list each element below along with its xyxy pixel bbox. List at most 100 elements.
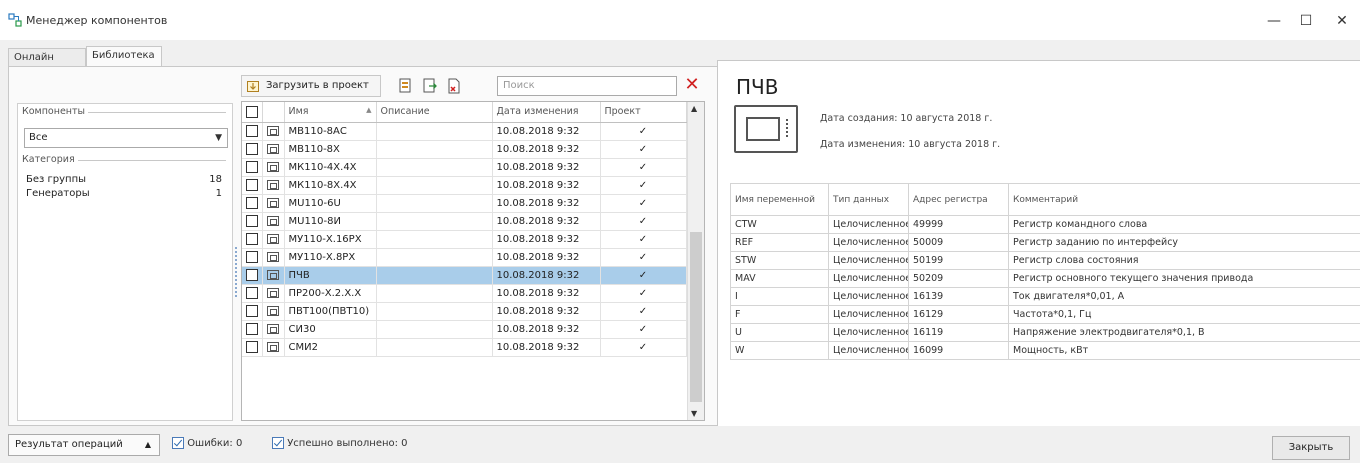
in-project-check-icon: ✓ <box>600 320 687 339</box>
variable-comment: Регистр слова состояния <box>1008 251 1360 270</box>
components-select[interactable]: Все ▼ <box>24 128 228 148</box>
component-name: ПВТ100(ПВТ10) <box>284 302 377 321</box>
in-project-check-icon: ✓ <box>600 140 687 159</box>
table-row[interactable]: ПВТ100(ПВТ10) 10.08.2018 9:32 ✓ <box>242 302 687 321</box>
column-header-date[interactable]: Дата изменения <box>492 102 601 123</box>
row-checkbox[interactable] <box>242 212 263 231</box>
in-project-check-icon: ✓ <box>600 212 687 231</box>
delete-file-icon[interactable] <box>445 77 463 95</box>
variable-address: 16139 <box>908 287 1009 306</box>
components-table: Имя ▲ Описание Дата изменения Проект МВ11… <box>242 102 687 357</box>
errors-toggle[interactable]: Ошибки: 0 <box>172 437 242 449</box>
column-header-comment[interactable]: Комментарий <box>1008 183 1360 216</box>
clear-search-button[interactable]: ✕ <box>681 75 703 97</box>
variable-row[interactable]: F Целочисленное 16129 Частота*0,1, Гц <box>730 305 1360 324</box>
column-header-name[interactable]: Имя ▲ <box>284 102 377 123</box>
column-header-data-type[interactable]: Тип данных <box>828 183 909 216</box>
close-button[interactable]: Закрыть <box>1272 436 1350 460</box>
variable-row[interactable]: MAV Целочисленное 50209 Регистр основного т… <box>730 269 1360 288</box>
caret-up-icon: ▲ <box>144 440 151 449</box>
variables-table-body: CTW Целочисленное 49999 Регистр командного … <box>730 215 1360 360</box>
variable-name: I <box>730 287 829 306</box>
scrollbar-thumb[interactable] <box>690 232 702 402</box>
table-row[interactable]: СМИ2 10.08.2018 9:32 ✓ <box>242 338 687 357</box>
component-name: МУ110-Х.8РХ <box>284 248 377 267</box>
variable-name: W <box>730 341 829 360</box>
in-project-check-icon: ✓ <box>600 302 687 321</box>
component-name: ПЧВ <box>284 266 377 285</box>
variable-name: REF <box>730 233 829 252</box>
splitter-handle[interactable] <box>235 247 237 297</box>
row-checkbox[interactable] <box>242 338 263 357</box>
row-checkbox[interactable] <box>242 230 263 249</box>
table-row[interactable]: МВ110-8Х 10.08.2018 9:32 ✓ <box>242 140 687 159</box>
table-row[interactable]: ПР200-Х.2.Х.Х 10.08.2018 9:32 ✓ <box>242 284 687 303</box>
table-row[interactable]: МУ110-Х.8РХ 10.08.2018 9:32 ✓ <box>242 248 687 267</box>
row-checkbox[interactable] <box>242 122 263 141</box>
variable-type: Целочисленное <box>828 323 909 342</box>
title-bar: Менеджер компонентов — ☐ ✕ <box>0 0 1360 40</box>
column-header-description[interactable]: Описание <box>376 102 493 123</box>
row-checkbox[interactable] <box>242 158 263 177</box>
table-row[interactable]: ПЧВ 10.08.2018 9:32 ✓ <box>242 266 687 285</box>
table-row[interactable]: МВ110-8АС 10.08.2018 9:32 ✓ <box>242 122 687 141</box>
component-description <box>376 284 493 303</box>
tab-online-base[interactable]: Онлайн база <box>8 48 86 80</box>
scroll-down-icon[interactable]: ▼ <box>691 409 697 418</box>
table-row[interactable]: МК110-8Х.4Х 10.08.2018 9:32 ✓ <box>242 176 687 195</box>
row-checkbox[interactable] <box>242 194 263 213</box>
row-checkbox[interactable] <box>242 320 263 339</box>
row-checkbox[interactable] <box>242 248 263 267</box>
table-row[interactable]: МК110-4Х.4Х 10.08.2018 9:32 ✓ <box>242 158 687 177</box>
column-header-project[interactable]: Проект <box>600 102 687 123</box>
created-date: Дата создания: 10 августа 2018 г. <box>820 113 993 124</box>
column-header-variable-name[interactable]: Имя переменной <box>730 183 829 216</box>
table-row[interactable]: MU110-6U 10.08.2018 9:32 ✓ <box>242 194 687 213</box>
category-item[interactable]: Без группы 18 <box>26 174 222 185</box>
load-to-project-button[interactable]: Загрузить в проект <box>241 75 381 97</box>
row-checkbox[interactable] <box>242 266 263 285</box>
load-to-project-label: Загрузить в проект <box>266 80 369 91</box>
select-all-checkbox[interactable] <box>242 102 263 123</box>
scroll-up-icon[interactable]: ▲ <box>691 104 697 113</box>
maximize-button[interactable]: ☐ <box>1286 8 1326 34</box>
variable-comment: Мощность, кВт <box>1008 341 1360 360</box>
component-description <box>376 266 493 285</box>
component-icon <box>262 212 285 231</box>
results-dropdown[interactable]: Результат операций ▲ <box>8 434 160 456</box>
category-name: Генераторы <box>26 188 90 199</box>
success-checkbox[interactable] <box>272 437 284 449</box>
component-icon <box>262 176 285 195</box>
component-icon <box>262 230 285 249</box>
variable-row[interactable]: CTW Целочисленное 49999 Регистр командного … <box>730 215 1360 234</box>
table-row[interactable]: СИ30 10.08.2018 9:32 ✓ <box>242 320 687 339</box>
column-header-register-address[interactable]: Адрес регистра <box>908 183 1009 216</box>
chevron-down-icon: ▼ <box>215 133 222 143</box>
search-input[interactable]: Поиск <box>497 76 677 96</box>
row-checkbox[interactable] <box>242 176 263 195</box>
variable-row[interactable]: REF Целочисленное 50009 Регистр заданию по … <box>730 233 1360 252</box>
import-icon[interactable] <box>397 77 415 95</box>
table-row[interactable]: MU110-8И 10.08.2018 9:32 ✓ <box>242 212 687 231</box>
variable-row[interactable]: STW Целочисленное 50199 Регистр слова состо… <box>730 251 1360 270</box>
vertical-scrollbar[interactable]: ▲ ▼ <box>687 102 704 420</box>
variable-row[interactable]: U Целочисленное 16119 Напряжение электродви… <box>730 323 1360 342</box>
variable-row[interactable]: I Целочисленное 16139 Ток двигателя*0,01, А <box>730 287 1360 306</box>
icon-column-header <box>262 102 285 123</box>
row-checkbox[interactable] <box>242 140 263 159</box>
success-toggle[interactable]: Успешно выполнено: 0 <box>272 437 408 449</box>
export-icon[interactable] <box>421 77 439 95</box>
category-item[interactable]: Генераторы 1 <box>26 188 222 199</box>
components-label: Компоненты <box>22 106 89 117</box>
variable-comment: Регистр заданию по интерфейсу <box>1008 233 1360 252</box>
variable-row[interactable]: W Целочисленное 16099 Мощность, кВт <box>730 341 1360 360</box>
row-checkbox[interactable] <box>242 302 263 321</box>
row-checkbox[interactable] <box>242 284 263 303</box>
in-project-check-icon: ✓ <box>600 266 687 285</box>
tab-library[interactable]: Библиотека <box>86 46 162 67</box>
errors-checkbox[interactable] <box>172 437 184 449</box>
variable-name: CTW <box>730 215 829 234</box>
table-row[interactable]: МУ110-Х.16РХ 10.08.2018 9:32 ✓ <box>242 230 687 249</box>
close-window-button[interactable]: ✕ <box>1322 8 1360 34</box>
variable-comment: Ток двигателя*0,01, А <box>1008 287 1360 306</box>
